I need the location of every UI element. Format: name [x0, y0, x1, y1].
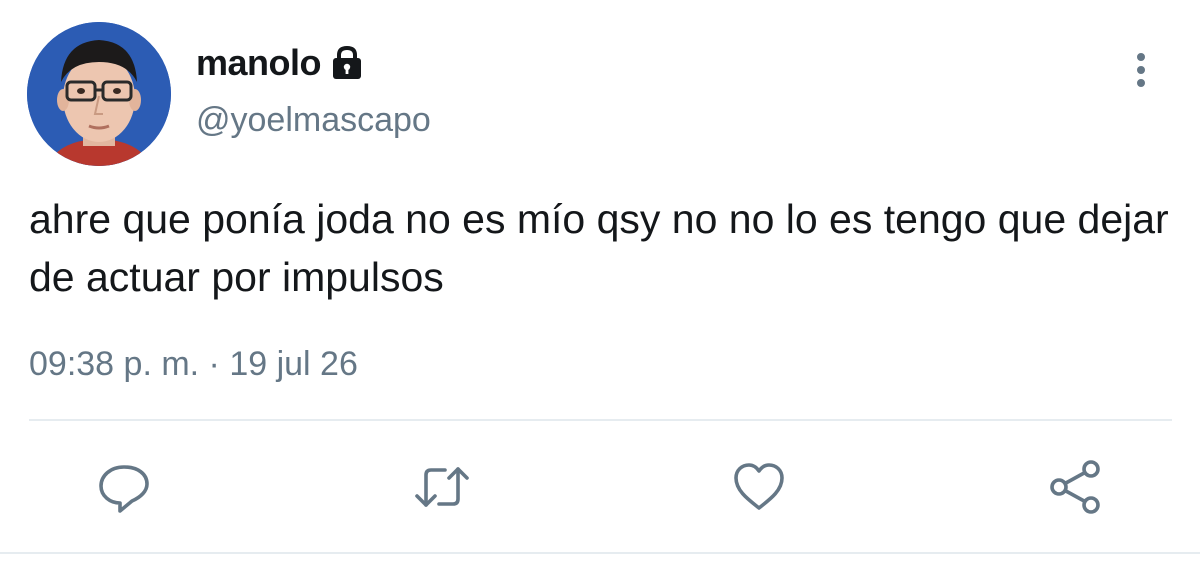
- divider: [29, 419, 1172, 421]
- reply-icon: [99, 465, 149, 513]
- more-options-icon: [1137, 53, 1145, 87]
- user-handle[interactable]: @yoelmascapo: [196, 101, 431, 140]
- avatar[interactable]: [27, 22, 171, 166]
- retweet-button[interactable]: [412, 457, 472, 517]
- display-name[interactable]: manolo: [196, 42, 322, 84]
- tweet-card: manolo @yoelmascapo ahre que ponía joda …: [0, 0, 1200, 572]
- bottom-divider: [0, 552, 1200, 554]
- tweet-date[interactable]: 19 jul 26: [229, 345, 358, 384]
- avatar-photo: [27, 22, 171, 166]
- share-icon: [1050, 460, 1100, 514]
- lock-icon: [328, 44, 366, 82]
- like-button[interactable]: [729, 457, 789, 517]
- reply-button[interactable]: [94, 457, 154, 517]
- tweet-time[interactable]: 09:38 p. m.: [29, 345, 199, 384]
- timestamp-row: 09:38 p. m. · 19 jul 26: [29, 345, 358, 384]
- display-name-row[interactable]: manolo: [196, 40, 366, 86]
- share-button[interactable]: [1045, 457, 1105, 517]
- tweet-text: ahre que ponía joda no es mío qsy no no …: [29, 196, 1169, 300]
- more-options-button[interactable]: [1124, 48, 1158, 92]
- retweet-icon: [415, 467, 469, 507]
- heart-icon: [734, 463, 784, 510]
- timestamp-separator: ·: [199, 345, 230, 383]
